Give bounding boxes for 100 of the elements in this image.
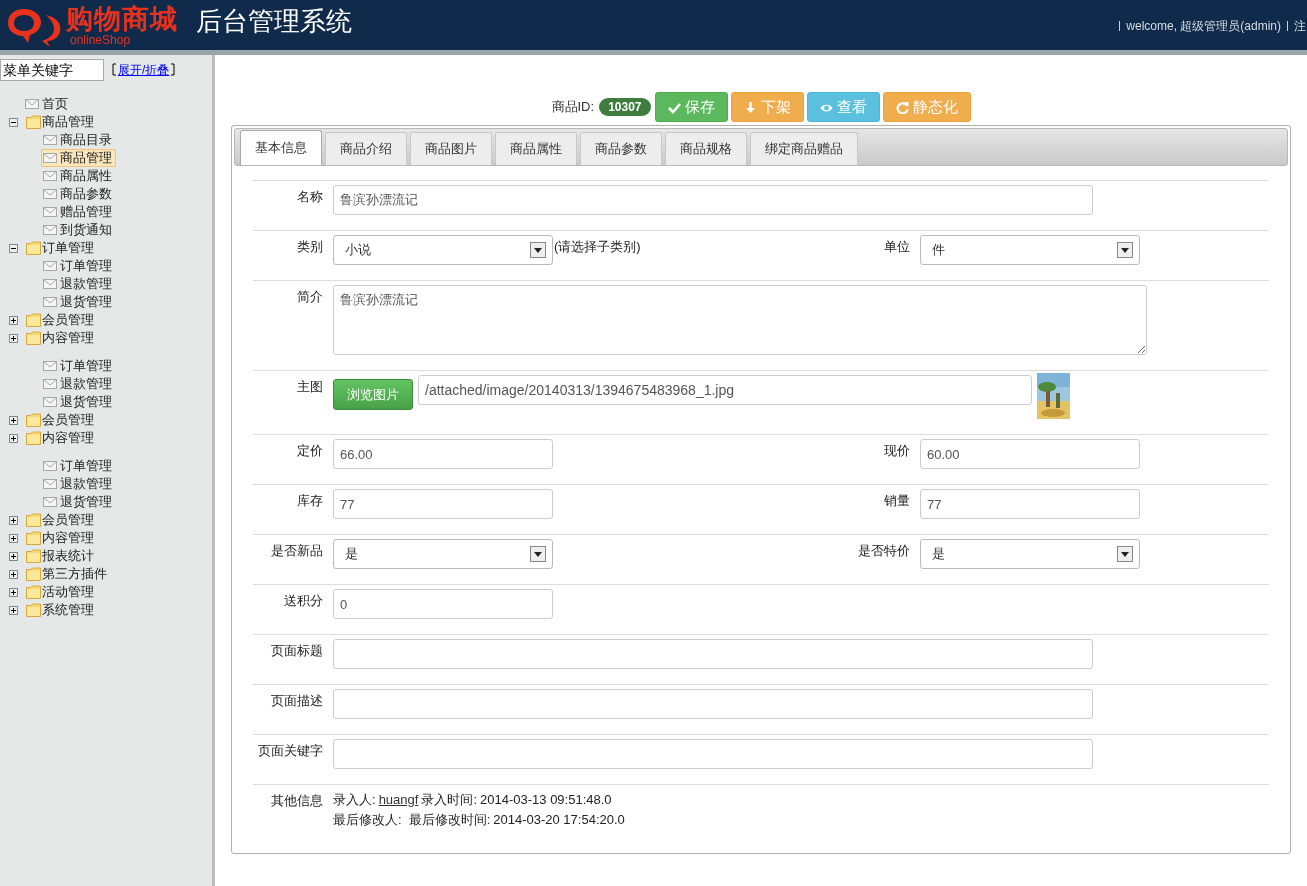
expand-icon[interactable] — [9, 333, 18, 343]
menu-folder[interactable]: 第三方插件 — [25, 565, 111, 583]
folder-icon — [26, 413, 41, 427]
menu-folder[interactable]: 订单管理 — [25, 239, 98, 257]
welcome-text: welcome, 超级管理员(admin) — [1126, 18, 1281, 35]
hint-text: (请选择子类别) — [554, 238, 641, 256]
menu-item[interactable]: 商品参数 — [41, 185, 116, 203]
input-field[interactable]: 鲁滨孙漂流记 — [333, 185, 1093, 215]
system-title: 后台管理系统 — [196, 4, 352, 38]
input-field[interactable] — [333, 739, 1093, 769]
expand-icon[interactable] — [9, 587, 18, 597]
expand-collapse-link[interactable]: 展开/折叠 — [118, 61, 170, 79]
field-label: 库存 — [296, 492, 324, 510]
menu-item[interactable]: 赠品管理 — [41, 203, 116, 221]
logout-link[interactable]: 注 — [1294, 17, 1307, 35]
logo-subtitle: onlineShop — [70, 33, 132, 46]
menu-folder[interactable]: 内容管理 — [25, 429, 98, 447]
folder-icon — [26, 603, 41, 617]
menu-item[interactable]: 商品管理 — [41, 149, 116, 167]
info-label: 录入人: — [333, 791, 376, 809]
menu-item[interactable]: 退款管理 — [41, 275, 116, 293]
tab[interactable]: 商品图片 — [410, 132, 492, 165]
field-label: 销量 — [883, 492, 911, 510]
menu-item[interactable]: 退款管理 — [41, 475, 116, 493]
input-field[interactable]: 77 — [333, 489, 553, 519]
envelope-icon — [43, 135, 57, 145]
field-label: 单位 — [883, 238, 911, 256]
menu-item[interactable]: 到货通知 — [41, 221, 116, 239]
menu-folder[interactable]: 会员管理 — [25, 411, 98, 429]
folder-icon — [26, 431, 41, 445]
menu-item[interactable]: 订单管理 — [41, 457, 116, 475]
input-field[interactable]: /attached/image/20140313/1394675483968_1.jpg — [418, 375, 1032, 405]
envelope-icon — [43, 261, 57, 271]
select-field[interactable]: 件 — [920, 235, 1140, 265]
menu-folder[interactable]: 内容管理 — [25, 329, 98, 347]
select-field[interactable]: 小说 — [333, 235, 553, 265]
field-label: 简介 — [296, 288, 324, 306]
field-label: 定价 — [296, 442, 324, 460]
input-field[interactable] — [333, 689, 1093, 719]
menu-item[interactable]: 退款管理 — [41, 375, 116, 393]
menu-folder[interactable]: 内容管理 — [25, 529, 98, 547]
expand-icon[interactable] — [9, 569, 18, 579]
textarea-field[interactable]: 鲁滨孙漂流记 — [333, 285, 1147, 355]
menu-folder[interactable]: 报表统计 — [25, 547, 98, 565]
tab[interactable]: 商品规格 — [665, 132, 747, 165]
expand-icon[interactable] — [9, 415, 18, 425]
folder-icon — [26, 549, 41, 563]
menu-folder[interactable]: 系统管理 — [25, 601, 98, 619]
input-field[interactable]: 0 — [333, 589, 553, 619]
field-label: 名称 — [296, 188, 324, 206]
expand-icon[interactable] — [9, 605, 18, 615]
menu-item[interactable]: 订单管理 — [41, 257, 116, 275]
input-field[interactable]: 77 — [920, 489, 1140, 519]
field-label: 页面标题 — [270, 642, 324, 660]
menu-search-field[interactable]: 菜单关键字 — [0, 59, 104, 81]
folder-icon — [26, 115, 41, 129]
down-arrow-icon — [743, 100, 757, 114]
field-label: 页面描述 — [270, 692, 324, 710]
info-label: 最后修改时间: — [408, 811, 491, 829]
field-label: 其他信息 — [270, 792, 324, 810]
input-field[interactable] — [333, 639, 1093, 669]
select-field[interactable]: 是 — [920, 539, 1140, 569]
menu-item[interactable]: 退货管理 — [41, 493, 116, 511]
refresh-icon — [895, 100, 909, 114]
collapse-icon[interactable] — [9, 117, 18, 127]
dropdown-icon — [1117, 242, 1133, 258]
expand-icon[interactable] — [9, 315, 18, 325]
menu-item[interactable]: 商品目录 — [41, 131, 116, 149]
menu-item[interactable]: 退货管理 — [41, 393, 116, 411]
info-value: 2014-03-20 17:54:20.0 — [493, 811, 625, 829]
dropdown-icon — [530, 242, 546, 258]
expand-icon[interactable] — [9, 515, 18, 525]
creator-link[interactable]: huangf — [378, 791, 419, 809]
menu-folder[interactable]: 会员管理 — [25, 511, 98, 529]
info-label: 最后修改人: — [333, 811, 402, 829]
menu-folder[interactable]: 会员管理 — [25, 311, 98, 329]
tab[interactable]: 商品参数 — [580, 132, 662, 165]
menu-folder[interactable]: 活动管理 — [25, 583, 98, 601]
expand-icon[interactable] — [9, 433, 18, 443]
select-field[interactable]: 是 — [333, 539, 553, 569]
dropdown-icon — [1117, 546, 1133, 562]
menu-folder[interactable]: 商品管理 — [25, 113, 98, 131]
envelope-icon — [43, 379, 57, 389]
menu-item[interactable]: 退货管理 — [41, 293, 116, 311]
input-field[interactable]: 66.00 — [333, 439, 553, 469]
expand-icon[interactable] — [9, 551, 18, 561]
tab[interactable]: 商品介绍 — [325, 132, 407, 165]
tab[interactable]: 基本信息 — [240, 130, 322, 165]
bracket-icon — [112, 63, 117, 76]
info-value: 2014-03-13 09:51:48.0 — [480, 791, 612, 809]
envelope-icon — [43, 479, 57, 489]
expand-icon[interactable] — [9, 533, 18, 543]
tab[interactable]: 绑定商品赠品 — [750, 132, 858, 165]
menu-item[interactable]: 首页 — [23, 95, 72, 113]
dropdown-icon — [530, 546, 546, 562]
input-field[interactable]: 60.00 — [920, 439, 1140, 469]
menu-item[interactable]: 商品属性 — [41, 167, 116, 185]
tab[interactable]: 商品属性 — [495, 132, 577, 165]
collapse-icon[interactable] — [9, 243, 18, 253]
menu-item[interactable]: 订单管理 — [41, 357, 116, 375]
